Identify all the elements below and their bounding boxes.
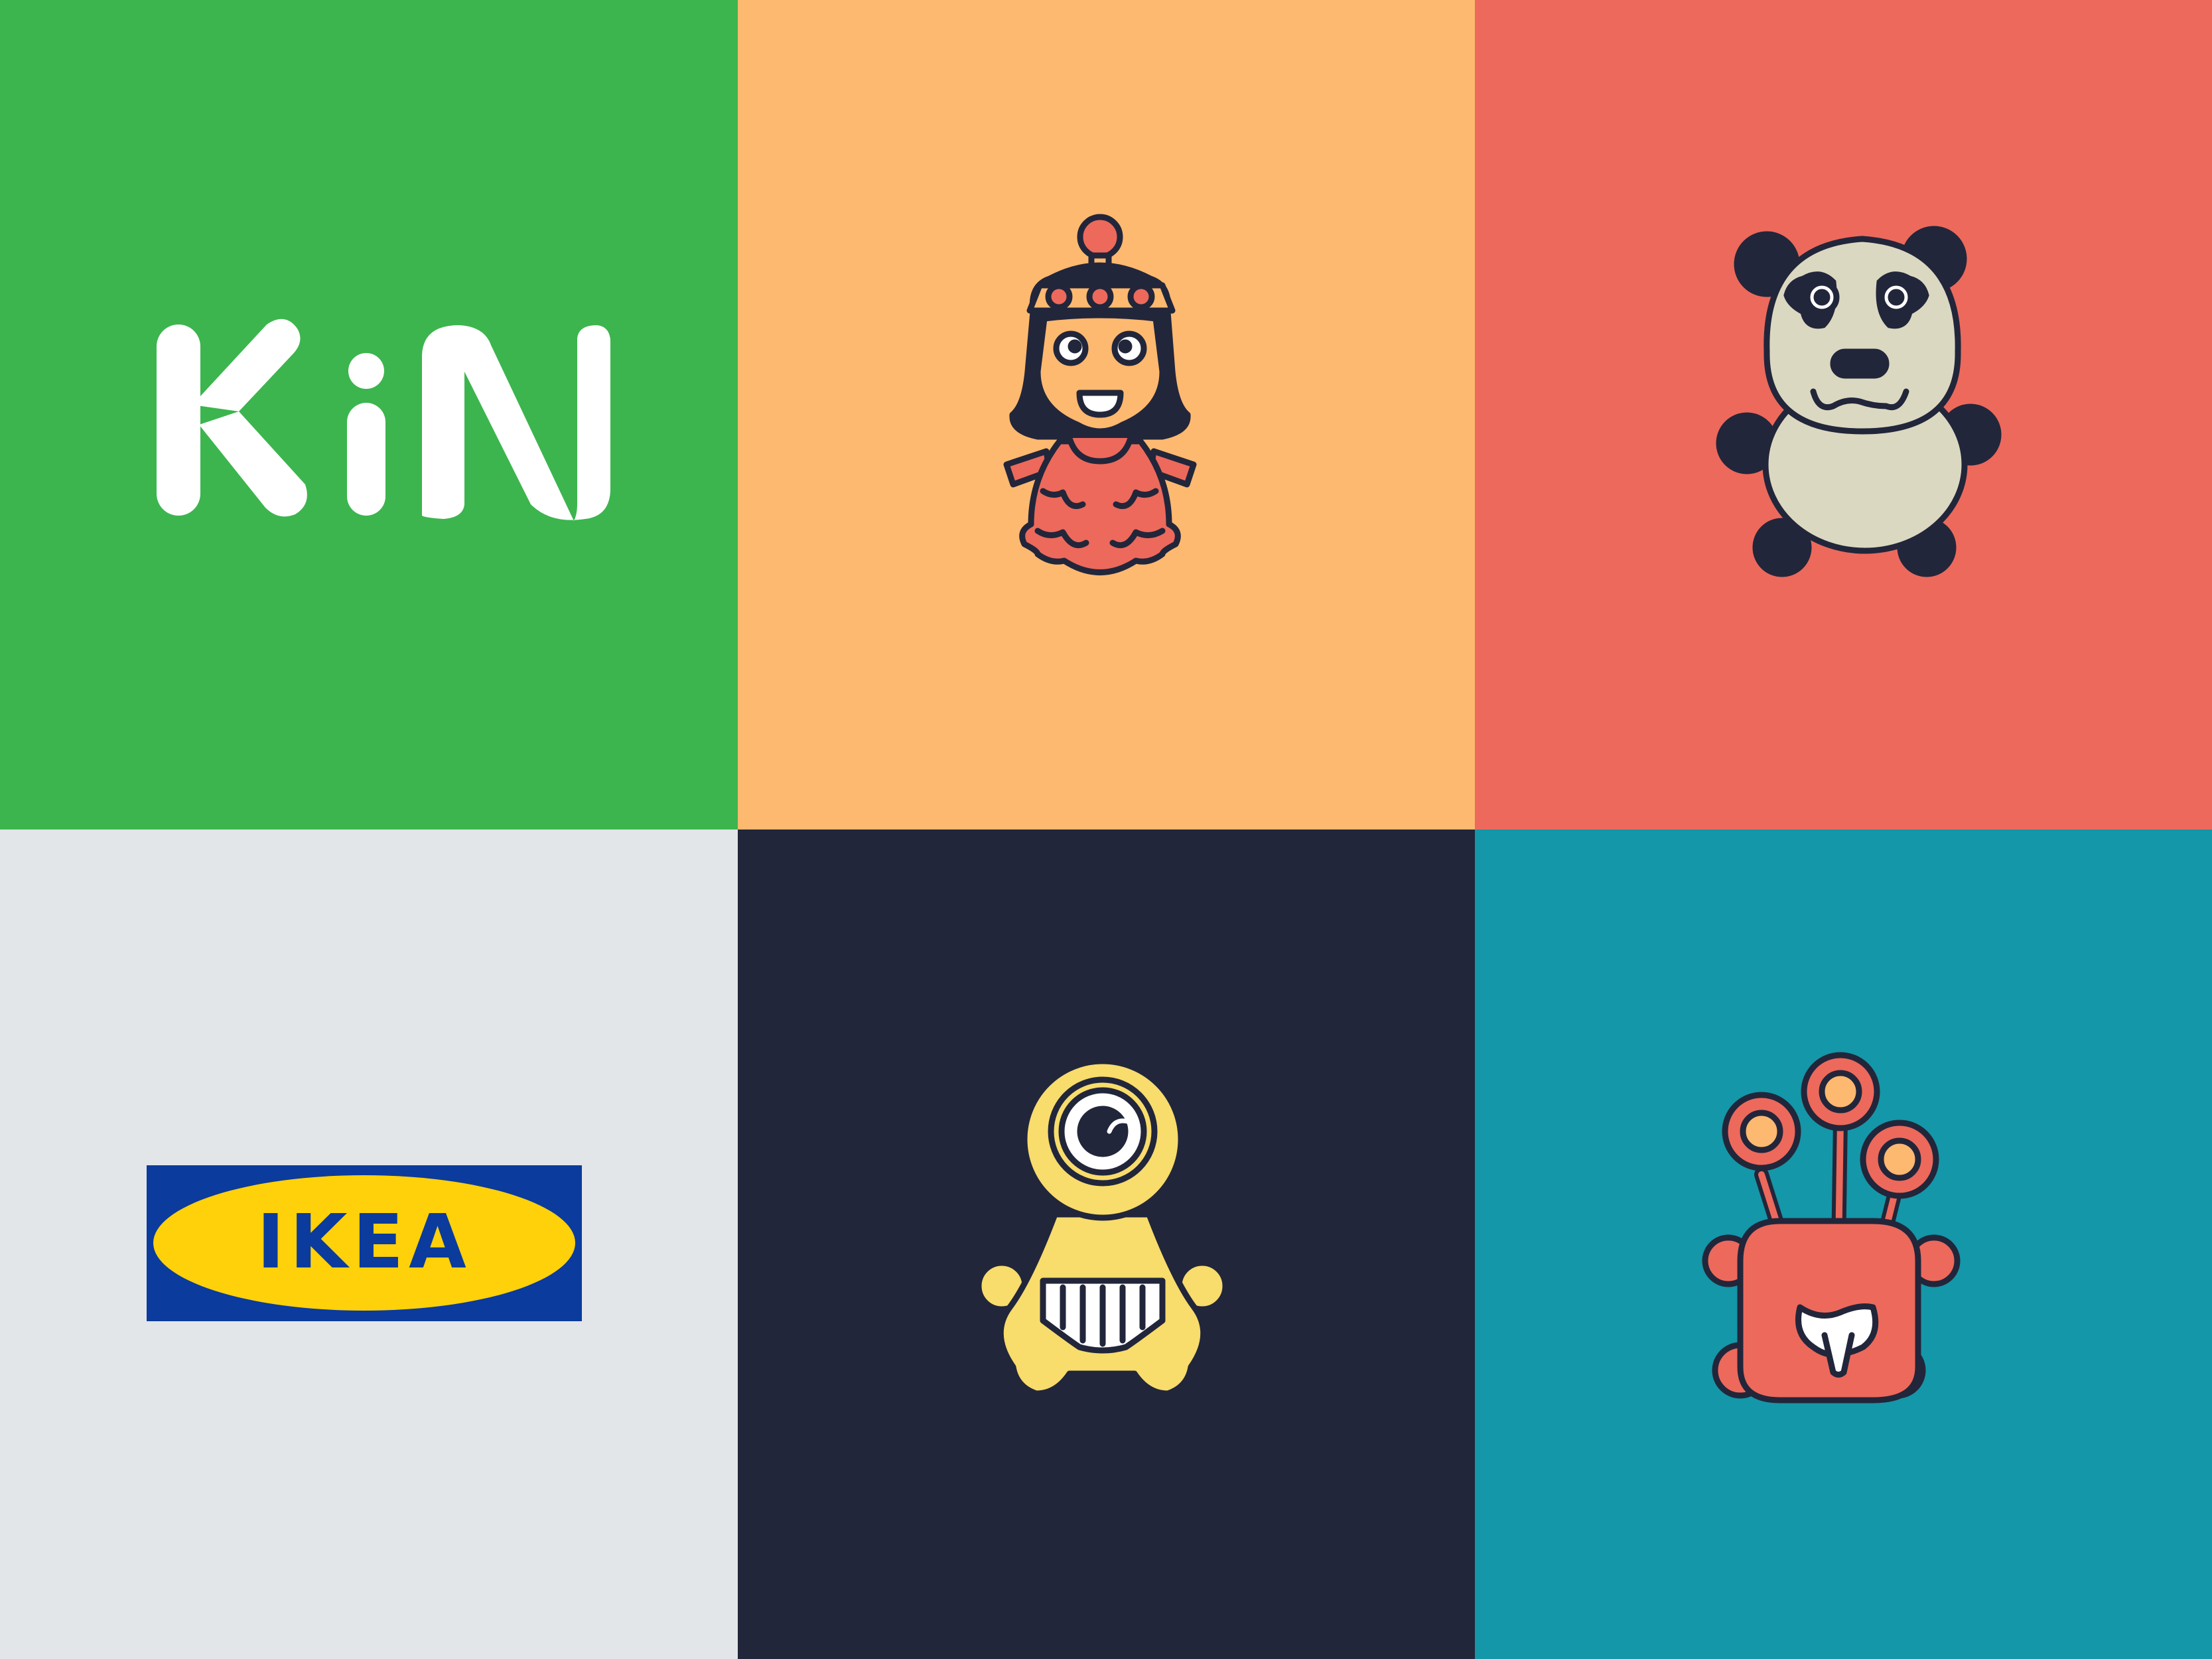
princess-tile <box>738 0 1475 830</box>
eyestalk-monster-tile <box>1475 830 2212 1659</box>
ikea-wordmark: IKEA <box>257 1199 472 1285</box>
ikea-logo-tile: IKEA <box>0 830 738 1659</box>
panda-icon <box>1716 226 2002 577</box>
ikea-logo-icon: IKEA <box>147 1165 582 1321</box>
cyclops-tile <box>738 830 1475 1659</box>
kin-wordmark-icon <box>157 319 610 521</box>
character-grid: IKEA <box>0 0 2212 1659</box>
cyclops-monster-icon <box>975 1058 1229 1397</box>
panda-tile <box>1475 0 2212 830</box>
princess-icon <box>1003 214 1197 575</box>
eyestalk-monster-icon <box>1702 1052 1961 1404</box>
kin-logo-tile <box>0 0 738 830</box>
